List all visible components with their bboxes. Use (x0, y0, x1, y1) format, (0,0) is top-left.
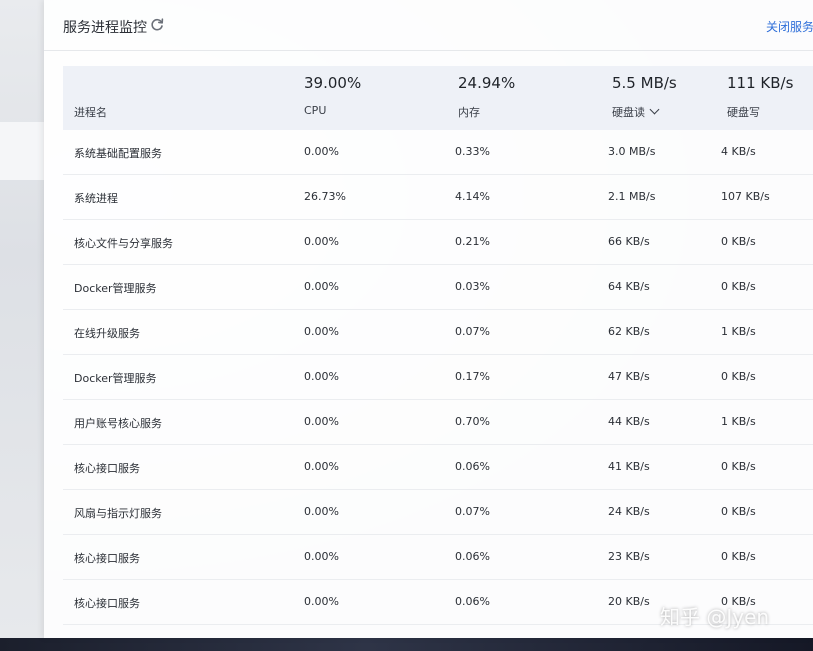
process-disk-read: 44 KB/s (608, 415, 650, 428)
disk-read-total-value: 5.5 MB/s (612, 74, 677, 92)
process-memory: 0.07% (455, 325, 490, 338)
process-disk-write: 4 KB/s (721, 145, 756, 158)
process-disk-read: 66 KB/s (608, 235, 650, 248)
disk-read-label: 硬盘读 (612, 106, 645, 119)
process-cpu: 0.00% (304, 145, 339, 158)
process-name: 核心接口服务 (74, 597, 140, 610)
process-cpu: 0.00% (304, 505, 339, 518)
cpu-total-value: 39.00% (304, 74, 362, 92)
table-row[interactable]: Docker管理服务 0.00% 0.03% 64 KB/s 0 KB/s (63, 265, 813, 310)
process-memory: 0.33% (455, 145, 490, 158)
process-name: 风扇与指示灯服务 (74, 507, 162, 520)
process-name: 在线升级服务 (74, 327, 140, 340)
process-memory: 0.21% (455, 235, 490, 248)
process-disk-write: 0 KB/s (721, 370, 756, 383)
table-row[interactable]: 用户账号核心服务 0.00% 0.70% 44 KB/s 1 KB/s (63, 400, 813, 445)
process-name: 核心文件与分享服务 (74, 237, 173, 250)
process-cpu: 0.00% (304, 325, 339, 338)
process-memory: 0.06% (455, 460, 490, 473)
sidebar-highlight (0, 122, 44, 180)
process-name: Docker管理服务 (74, 282, 157, 295)
process-disk-read: 41 KB/s (608, 460, 650, 473)
process-disk-read: 2.1 MB/s (608, 190, 656, 203)
process-disk-read: 3.0 MB/s (608, 145, 656, 158)
table-row[interactable]: 系统进程 26.73% 4.14% 2.1 MB/s 107 KB/s (63, 175, 813, 220)
left-sidebar (0, 0, 44, 638)
process-cpu: 0.00% (304, 595, 339, 608)
panel-title: 服务进程监控 (63, 20, 147, 36)
process-name: 核心接口服务 (74, 462, 140, 475)
process-name: 用户账号核心服务 (74, 417, 162, 430)
chevron-down-icon[interactable] (649, 104, 660, 115)
table-row[interactable]: 风扇与指示灯服务 0.00% 0.07% 24 KB/s 0 KB/s (63, 490, 813, 535)
process-cpu: 0.00% (304, 550, 339, 563)
process-cpu: 26.73% (304, 190, 346, 203)
process-name: 核心接口服务 (74, 552, 140, 565)
process-cpu: 0.00% (304, 235, 339, 248)
process-disk-write: 1 KB/s (721, 325, 756, 338)
process-disk-write: 0 KB/s (721, 235, 756, 248)
column-header-disk-write[interactable]: 硬盘写 (727, 104, 760, 120)
table-row[interactable]: 核心文件与分享服务 0.00% 0.21% 66 KB/s 0 KB/s (63, 220, 813, 265)
table-header: 进程名 39.00% CPU 24.94% 内存 5.5 MB/s 硬盘读 11… (63, 66, 813, 130)
process-name: 系统进程 (74, 192, 118, 205)
process-cpu: 0.00% (304, 280, 339, 293)
process-disk-write: 0 KB/s (721, 505, 756, 518)
table-row[interactable]: 核心接口服务 0.00% 0.06% 23 KB/s 0 KB/s (63, 535, 813, 580)
column-header-process[interactable]: 进程名 (74, 104, 107, 120)
table-row[interactable]: Docker管理服务 0.00% 0.17% 47 KB/s 0 KB/s (63, 355, 813, 400)
process-disk-read: 20 KB/s (608, 595, 650, 608)
process-name: 系统基础配置服务 (74, 147, 162, 160)
memory-total-value: 24.94% (458, 74, 516, 92)
process-memory: 4.14% (455, 190, 490, 203)
process-cpu: 0.00% (304, 370, 339, 383)
watermark: 知乎 @Jyen (660, 605, 770, 629)
table-row[interactable]: 在线升级服务 0.00% 0.07% 62 KB/s 1 KB/s (63, 310, 813, 355)
process-memory: 0.06% (455, 550, 490, 563)
process-disk-read: 24 KB/s (608, 505, 650, 518)
process-memory: 0.17% (455, 370, 490, 383)
process-cpu: 0.00% (304, 460, 339, 473)
taskbar-strip (0, 638, 813, 651)
process-disk-read: 62 KB/s (608, 325, 650, 338)
process-disk-read: 64 KB/s (608, 280, 650, 293)
process-memory: 0.07% (455, 505, 490, 518)
process-table: 进程名 39.00% CPU 24.94% 内存 5.5 MB/s 硬盘读 11… (63, 66, 813, 625)
process-disk-write: 0 KB/s (721, 460, 756, 473)
table-row[interactable]: 核心接口服务 0.00% 0.06% 41 KB/s 0 KB/s (63, 445, 813, 490)
process-disk-read: 47 KB/s (608, 370, 650, 383)
table-row[interactable]: 系统基础配置服务 0.00% 0.33% 3.0 MB/s 4 KB/s (63, 130, 813, 175)
refresh-icon[interactable] (150, 18, 164, 32)
column-header-cpu[interactable]: CPU (304, 104, 326, 117)
process-disk-write: 0 KB/s (721, 550, 756, 563)
close-service-link[interactable]: 关闭服务 (766, 18, 813, 35)
disk-write-total-value: 111 KB/s (727, 74, 794, 92)
process-memory: 0.06% (455, 595, 490, 608)
process-memory: 0.70% (455, 415, 490, 428)
process-disk-write: 107 KB/s (721, 190, 770, 203)
process-monitor-panel: 服务进程监控 关闭服务 进程名 39.00% CPU 24.94% 内存 5.5… (44, 0, 813, 638)
column-header-disk-read[interactable]: 硬盘读 (612, 104, 660, 120)
process-disk-read: 23 KB/s (608, 550, 650, 563)
process-cpu: 0.00% (304, 415, 339, 428)
process-disk-write: 0 KB/s (721, 280, 756, 293)
process-memory: 0.03% (455, 280, 490, 293)
process-name: Docker管理服务 (74, 372, 157, 385)
process-disk-write: 1 KB/s (721, 415, 756, 428)
column-header-memory[interactable]: 内存 (458, 104, 480, 120)
panel-header: 服务进程监控 关闭服务 (44, 0, 813, 51)
